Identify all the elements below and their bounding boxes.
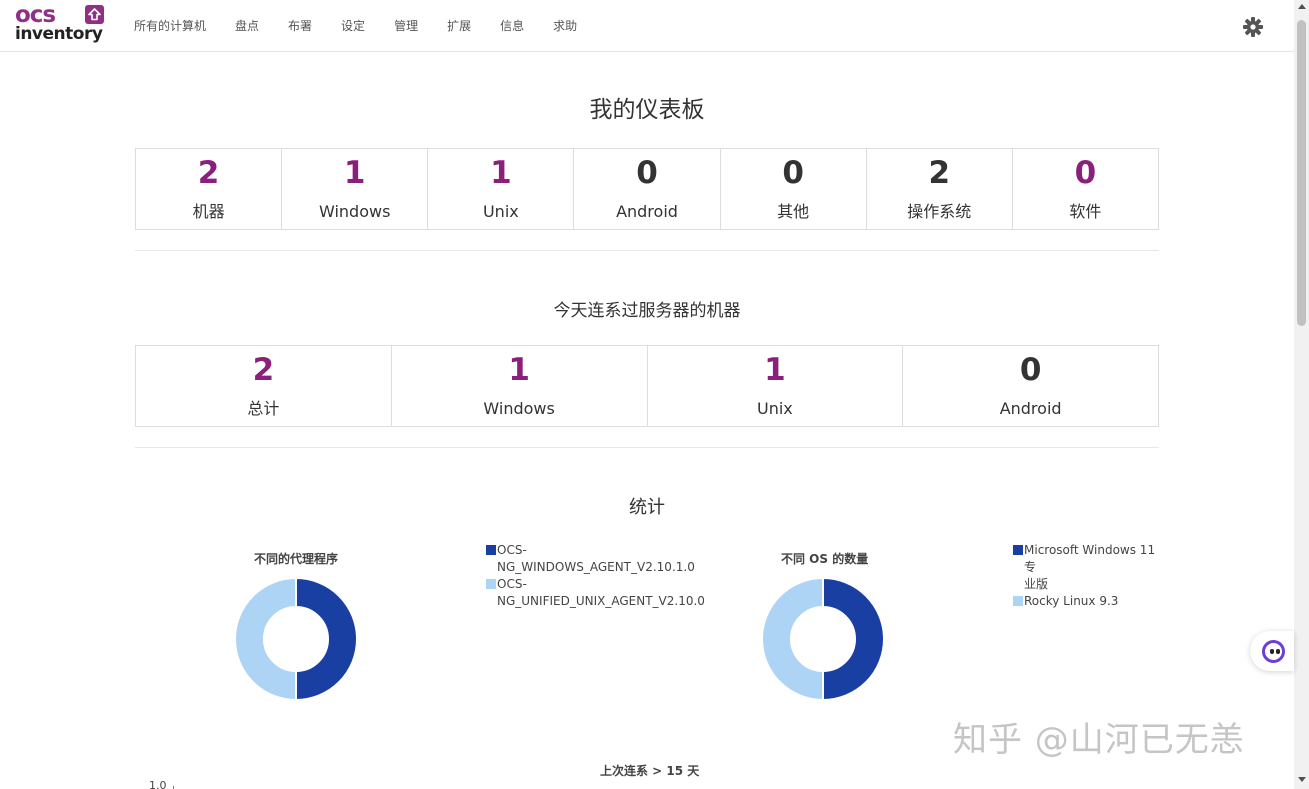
nav-item-configuration[interactable]: 设定 <box>341 17 365 34</box>
stat-value: 1 <box>508 352 530 388</box>
stat-label: 机器 <box>192 202 225 221</box>
legend-label-line: NG_WINDOWS_AGENT_V2.10.1.0 <box>497 560 695 574</box>
donut-slice[interactable] <box>761 577 824 701</box>
legend-swatch <box>1013 596 1023 606</box>
legend-item[interactable]: OCS- NG_WINDOWS_AGENT_V2.10.1.0 <box>486 542 701 576</box>
dashboard-stats: 2 机器 1 Windows 1 Unix 0 Android 0 其他 2 操… <box>135 148 1159 230</box>
os-chart-legend: Microsoft Windows 11 专 业版 Rocky Linux 9.… <box>1013 542 1163 610</box>
nav-item-manage[interactable]: 管理 <box>394 17 418 34</box>
legend-label-line: Microsoft Windows 11 专 <box>1024 543 1156 574</box>
agent-donut-chart[interactable] <box>234 577 358 701</box>
stat-machines[interactable]: 2 机器 <box>136 149 283 229</box>
stat-label: 总计 <box>247 399 280 418</box>
os-chart-title: 不同 OS 的数量 <box>781 552 869 566</box>
stat-label: Android <box>999 399 1062 418</box>
stat-value: 2 <box>928 155 951 191</box>
today-stat-unix[interactable]: 1 Unix <box>648 346 904 426</box>
agent-chart-title: 不同的代理程序 <box>254 552 339 566</box>
y-axis-tick-label: 1.0 <box>149 779 167 789</box>
scrollbar-thumb[interactable] <box>1297 20 1306 326</box>
stat-value: 2 <box>252 352 275 388</box>
main-menu: 所有的计算机 盘点 布署 设定 管理 扩展 信息 求助 <box>134 17 606 34</box>
legend-label-line: 业版 <box>1024 577 1049 591</box>
stat-label: 操作系统 <box>907 202 972 221</box>
legend-label-line: NG_UNIFIED_UNIX_AGENT_V2.10.0 <box>497 594 705 608</box>
page-title: 我的仪表板 <box>589 97 705 123</box>
divider <box>135 250 1159 251</box>
legend-label-line: Rocky Linux 9.3 <box>1024 594 1119 608</box>
eye <box>1270 649 1274 654</box>
logo-upload-icon <box>85 5 104 24</box>
stat-label: 其他 <box>777 202 810 221</box>
today-stat-android[interactable]: 0 Android <box>903 346 1158 426</box>
legend-swatch <box>1013 545 1023 555</box>
today-stats: 2 总计 1 Windows 1 Unix 0 Android <box>135 345 1159 427</box>
assistant-float-button[interactable] <box>1250 631 1294 671</box>
stat-android[interactable]: 0 Android <box>574 149 721 229</box>
stat-value: 0 <box>636 155 658 191</box>
today-stat-total[interactable]: 2 总计 <box>136 346 392 426</box>
stat-value: 1 <box>490 155 512 191</box>
scroll-up-arrow-icon[interactable] <box>1298 4 1306 9</box>
stat-other[interactable]: 0 其他 <box>721 149 867 229</box>
legend-label-line: OCS- <box>497 577 527 591</box>
stat-label: Android <box>616 202 678 221</box>
section-title-statistics: 统计 <box>629 497 665 518</box>
nav-item-information[interactable]: 信息 <box>500 17 524 34</box>
legend-item[interactable]: OCS- NG_UNIFIED_UNIX_AGENT_V2.10.0 <box>486 576 705 610</box>
stat-label: Windows <box>483 399 555 418</box>
legend-item[interactable]: Microsoft Windows 11 专 业版 <box>1013 542 1163 593</box>
stat-value: 0 <box>1074 155 1097 191</box>
legend-item[interactable]: Rocky Linux 9.3 <box>1013 593 1163 610</box>
ocs-inventory-logo[interactable]: ocs inventory <box>15 2 107 46</box>
legend-label-line: OCS- <box>497 543 527 557</box>
os-donut-chart[interactable] <box>761 577 885 701</box>
nav-item-all-computers[interactable]: 所有的计算机 <box>134 17 206 34</box>
watermark: 知乎 @山河已无恙 <box>953 720 1245 760</box>
today-stat-windows[interactable]: 1 Windows <box>392 346 648 426</box>
stat-label: Windows <box>319 202 391 221</box>
stat-value: 1 <box>764 352 786 388</box>
stat-value: 0 <box>1019 352 1042 388</box>
stat-os[interactable]: 2 操作系统 <box>867 149 1013 229</box>
nav-item-deployment[interactable]: 布署 <box>288 17 312 34</box>
donut-slice[interactable] <box>295 577 358 701</box>
stat-software[interactable]: 0 软件 <box>1013 149 1158 229</box>
last-contact-chart-title: 上次连系 > 15 天 <box>600 764 700 778</box>
stat-label: 软件 <box>1069 202 1102 221</box>
stat-label: Unix <box>756 399 793 418</box>
nav-item-inventory[interactable]: 盘点 <box>235 17 259 34</box>
stat-value: 1 <box>343 155 366 191</box>
nav-item-extensions[interactable]: 扩展 <box>447 17 471 34</box>
vertical-scrollbar[interactable] <box>1294 0 1309 789</box>
top-navbar: ocs inventory 所有的计算机 盘点 布署 设定 管理 扩展 信息 求… <box>0 0 1294 52</box>
stat-value: 2 <box>197 155 220 191</box>
settings-gear-icon[interactable] <box>1242 16 1264 38</box>
divider <box>135 447 1159 448</box>
section-title-today: 今天连系过服务器的机器 <box>553 301 741 321</box>
donut-slice[interactable] <box>822 577 885 701</box>
logo-text-bottom: inventory <box>15 24 103 44</box>
stat-value: 0 <box>782 155 804 191</box>
agent-chart-legend: OCS- NG_WINDOWS_AGENT_V2.10.1.0 OCS- NG_… <box>486 542 705 610</box>
stat-label: Unix <box>482 202 519 221</box>
stat-unix[interactable]: 1 Unix <box>428 149 575 229</box>
donut-slice[interactable] <box>234 577 297 701</box>
eye <box>1276 649 1280 654</box>
assistant-face-icon <box>1262 640 1285 663</box>
scroll-down-arrow-icon[interactable] <box>1298 777 1306 782</box>
legend-swatch <box>486 545 496 555</box>
legend-swatch <box>486 579 496 589</box>
nav-item-help[interactable]: 求助 <box>553 17 577 34</box>
stat-windows[interactable]: 1 Windows <box>282 149 429 229</box>
